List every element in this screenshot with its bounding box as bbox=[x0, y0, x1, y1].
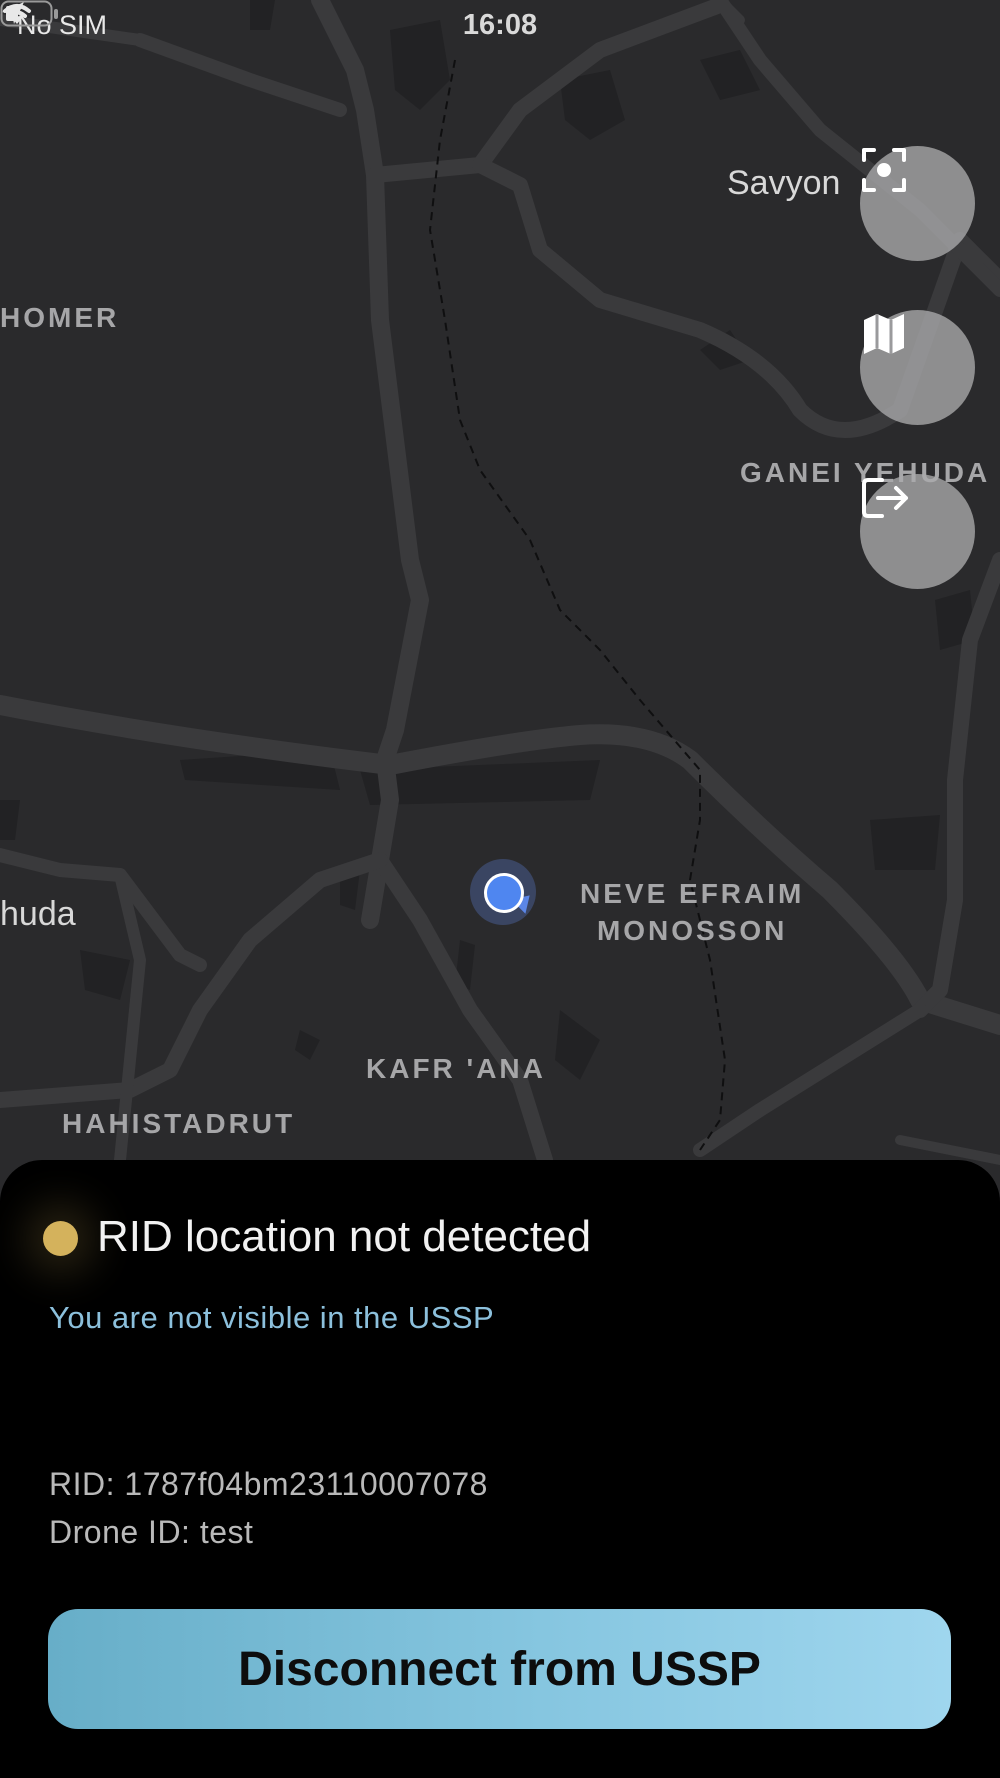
focus-frame-icon bbox=[862, 148, 906, 192]
map-label-kafr-ana: KAFR 'ANA bbox=[366, 1053, 546, 1084]
place-label-yehuda: huda bbox=[0, 895, 76, 933]
recenter-button[interactable] bbox=[860, 146, 975, 261]
user-location-marker bbox=[470, 859, 537, 925]
map-type-button[interactable] bbox=[860, 310, 975, 425]
disconnect-button[interactable]: Disconnect from USSP bbox=[48, 1609, 951, 1729]
map-label-neve-efraim: NEVE EFRAIM MONOSSON bbox=[580, 878, 805, 946]
map-label-homer: HOMER bbox=[0, 302, 120, 333]
drone-id-value: Drone ID: test bbox=[49, 1514, 254, 1550]
map-icon bbox=[864, 314, 904, 354]
map-view[interactable]: No SIM 16:08 HOMER GANEI YEHUDA NEVE EFR… bbox=[0, 0, 1000, 1200]
map-roads bbox=[0, 0, 1000, 1200]
status-panel: RID location not detected You are not vi… bbox=[0, 1160, 1000, 1778]
logout-arrow-icon bbox=[862, 478, 908, 518]
clock-time: 16:08 bbox=[462, 9, 538, 41]
status-title: RID location not detected bbox=[97, 1212, 592, 1261]
user-location-dot bbox=[484, 873, 524, 913]
rid-value: RID: 1787f04bm23110007078 bbox=[49, 1466, 488, 1502]
place-label-savyon: Savyon bbox=[727, 164, 841, 202]
status-indicator-dot bbox=[43, 1221, 78, 1256]
map-label-hahistadrut: HAHISTADRUT bbox=[62, 1108, 296, 1139]
logout-button[interactable] bbox=[860, 474, 975, 589]
status-subtitle: You are not visible in the USSP bbox=[49, 1300, 495, 1335]
battery-icon bbox=[0, 0, 58, 27]
status-bar: No SIM 16:08 bbox=[0, 0, 1000, 50]
